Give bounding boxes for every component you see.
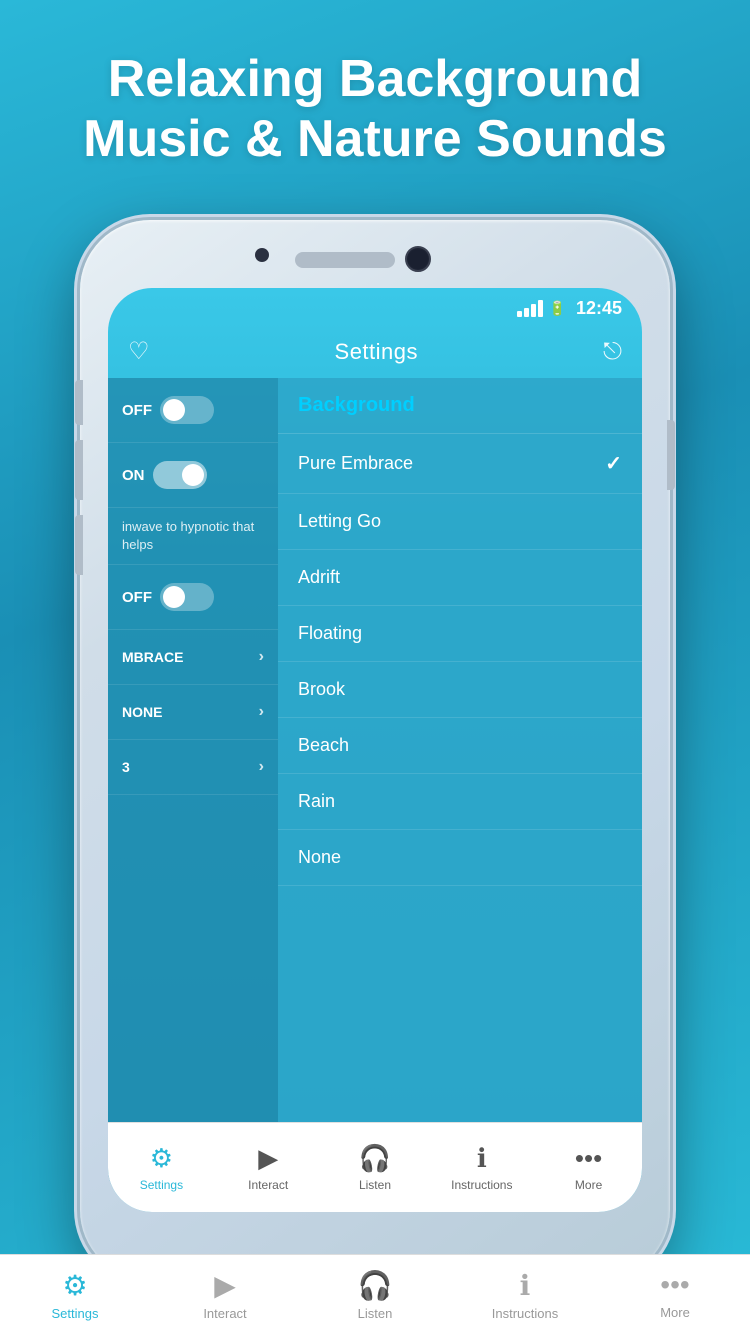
page-tab-settings[interactable]: ⚙ Settings bbox=[0, 1259, 150, 1331]
tab-bar: ⚙ Settings ▶ Interact 🎧 Listen ℹ Instruc… bbox=[108, 1122, 642, 1212]
tab-more[interactable]: ••• More bbox=[535, 1133, 642, 1202]
sidebar-nav-3-label: 3 bbox=[122, 759, 130, 775]
tab-instructions[interactable]: ℹ Instructions bbox=[428, 1133, 535, 1202]
signal-bar-2 bbox=[524, 308, 529, 317]
tab-listen[interactable]: 🎧 Listen bbox=[322, 1133, 429, 1202]
hero-title: Relaxing Background Music & Nature Sound… bbox=[0, 0, 750, 200]
sidebar-nav-none-label: NONE bbox=[122, 704, 162, 720]
page-tab-label-3: Instructions bbox=[492, 1306, 558, 1321]
tab-label-4: More bbox=[575, 1178, 602, 1192]
power-button bbox=[667, 420, 675, 490]
page-tab-label-0: Settings bbox=[52, 1306, 99, 1321]
page-tab-instructions[interactable]: ℹ Instructions bbox=[450, 1259, 600, 1331]
tab-settings[interactable]: ⚙ Settings bbox=[108, 1133, 215, 1202]
list-item-label-6: Rain bbox=[298, 791, 335, 812]
toggle-knob-1 bbox=[163, 399, 185, 421]
front-camera bbox=[405, 246, 431, 272]
list-item-6[interactable]: Rain bbox=[278, 774, 642, 830]
phone-frame: 🔋 12:45 ♡ Settings ⎋ OFF bbox=[80, 220, 670, 1280]
clock: 12:45 bbox=[576, 298, 622, 319]
list-item-0[interactable]: Pure Embrace ✓ bbox=[278, 434, 642, 494]
sidebar-nav-embrace[interactable]: MBRACE › bbox=[108, 630, 278, 685]
page-tab-more[interactable]: ••• More bbox=[600, 1259, 750, 1330]
chevron-right-icon: › bbox=[259, 648, 264, 666]
list-item-5[interactable]: Beach bbox=[278, 718, 642, 774]
volume-up-button bbox=[75, 440, 83, 500]
toggle-switch-1[interactable] bbox=[160, 396, 214, 424]
sidebar-description: inwave to hypnotic that helps bbox=[108, 508, 278, 565]
page-tab-icon-0: ⚙ bbox=[62, 1269, 87, 1302]
list-item-4[interactable]: Brook bbox=[278, 662, 642, 718]
tab-interact[interactable]: ▶ Interact bbox=[215, 1133, 322, 1202]
list-item-3[interactable]: Floating bbox=[278, 606, 642, 662]
toggle-knob-3 bbox=[163, 586, 185, 608]
list-item-7[interactable]: None bbox=[278, 830, 642, 886]
page-bottom-bar: ⚙ Settings ▶ Interact 🎧 Listen ℹ Instruc… bbox=[0, 1254, 750, 1334]
app-header: ♡ Settings ⎋ bbox=[108, 329, 642, 378]
share-icon[interactable]: ⎋ bbox=[603, 338, 622, 366]
list-item-label-3: Floating bbox=[298, 623, 362, 644]
battery-icon: 🔋 bbox=[549, 300, 566, 317]
tab-label-1: Interact bbox=[248, 1178, 288, 1192]
chevron-right-icon-2: › bbox=[259, 703, 264, 721]
list-items-container: Pure Embrace ✓ Letting Go Adrift Floatin… bbox=[278, 434, 642, 886]
toggle-label-2: ON bbox=[122, 467, 145, 484]
toggle-row-1: OFF bbox=[108, 378, 278, 443]
page-tab-icon-3: ℹ bbox=[520, 1269, 531, 1302]
speaker-grille bbox=[295, 252, 395, 268]
page-tab-icon-4: ••• bbox=[660, 1269, 689, 1301]
left-sidebar: OFF ON inwave to hypnotic that helps bbox=[108, 378, 278, 1197]
page-tab-label-1: Interact bbox=[203, 1306, 246, 1321]
volume-silent-button bbox=[75, 380, 83, 425]
list-item-label-2: Adrift bbox=[298, 567, 340, 588]
toggle-knob-2 bbox=[182, 464, 204, 486]
background-list: Background Pure Embrace ✓ Letting Go Adr… bbox=[278, 378, 642, 1197]
list-section-header: Background bbox=[278, 378, 642, 434]
sidebar-nav-none[interactable]: NONE › bbox=[108, 685, 278, 740]
list-item-label-7: None bbox=[298, 847, 341, 868]
toggle-row-2: ON bbox=[108, 443, 278, 508]
tab-label-2: Listen bbox=[359, 1178, 391, 1192]
page-tab-interact[interactable]: ▶ Interact bbox=[150, 1259, 300, 1331]
phone-screen: 🔋 12:45 ♡ Settings ⎋ OFF bbox=[108, 288, 642, 1212]
tab-icon-3: ℹ bbox=[477, 1143, 487, 1174]
toggle-row-3: OFF bbox=[108, 565, 278, 630]
list-item-label-0: Pure Embrace bbox=[298, 453, 413, 474]
signal-bar-3 bbox=[531, 304, 536, 317]
sidebar-nav-3[interactable]: 3 › bbox=[108, 740, 278, 795]
list-item-label-5: Beach bbox=[298, 735, 349, 756]
signal-bar-4 bbox=[538, 300, 543, 317]
list-item-label-1: Letting Go bbox=[298, 511, 381, 532]
tab-label-3: Instructions bbox=[451, 1178, 512, 1192]
list-item-2[interactable]: Adrift bbox=[278, 550, 642, 606]
content-area: OFF ON inwave to hypnotic that helps bbox=[108, 378, 642, 1197]
checkmark-icon-0: ✓ bbox=[605, 451, 622, 476]
tab-icon-0: ⚙ bbox=[150, 1143, 173, 1174]
page-tab-listen[interactable]: 🎧 Listen bbox=[300, 1259, 450, 1331]
volume-down-button bbox=[75, 515, 83, 575]
toggle-label-1: OFF bbox=[122, 402, 152, 419]
status-bar: 🔋 12:45 bbox=[108, 288, 642, 329]
sidebar-nav-embrace-label: MBRACE bbox=[122, 649, 183, 665]
list-item-label-4: Brook bbox=[298, 679, 345, 700]
toggle-switch-2[interactable] bbox=[153, 461, 207, 489]
front-sensor bbox=[255, 248, 269, 262]
page-tab-label-2: Listen bbox=[358, 1306, 393, 1321]
chevron-right-icon-3: › bbox=[259, 758, 264, 776]
page-tab-icon-1: ▶ bbox=[214, 1269, 236, 1302]
page-tab-icon-2: 🎧 bbox=[358, 1269, 393, 1302]
tab-icon-4: ••• bbox=[575, 1143, 602, 1174]
toggle-label-3: OFF bbox=[122, 589, 152, 606]
signal-bar-1 bbox=[517, 311, 522, 317]
signal-icon bbox=[517, 300, 543, 317]
page-tab-label-4: More bbox=[660, 1305, 690, 1320]
heart-icon[interactable]: ♡ bbox=[128, 337, 150, 366]
screen-title: Settings bbox=[335, 339, 419, 365]
list-item-1[interactable]: Letting Go bbox=[278, 494, 642, 550]
tab-icon-1: ▶ bbox=[258, 1143, 278, 1174]
tab-label-0: Settings bbox=[140, 1178, 183, 1192]
toggle-switch-3[interactable] bbox=[160, 583, 214, 611]
tab-icon-2: 🎧 bbox=[359, 1143, 391, 1174]
